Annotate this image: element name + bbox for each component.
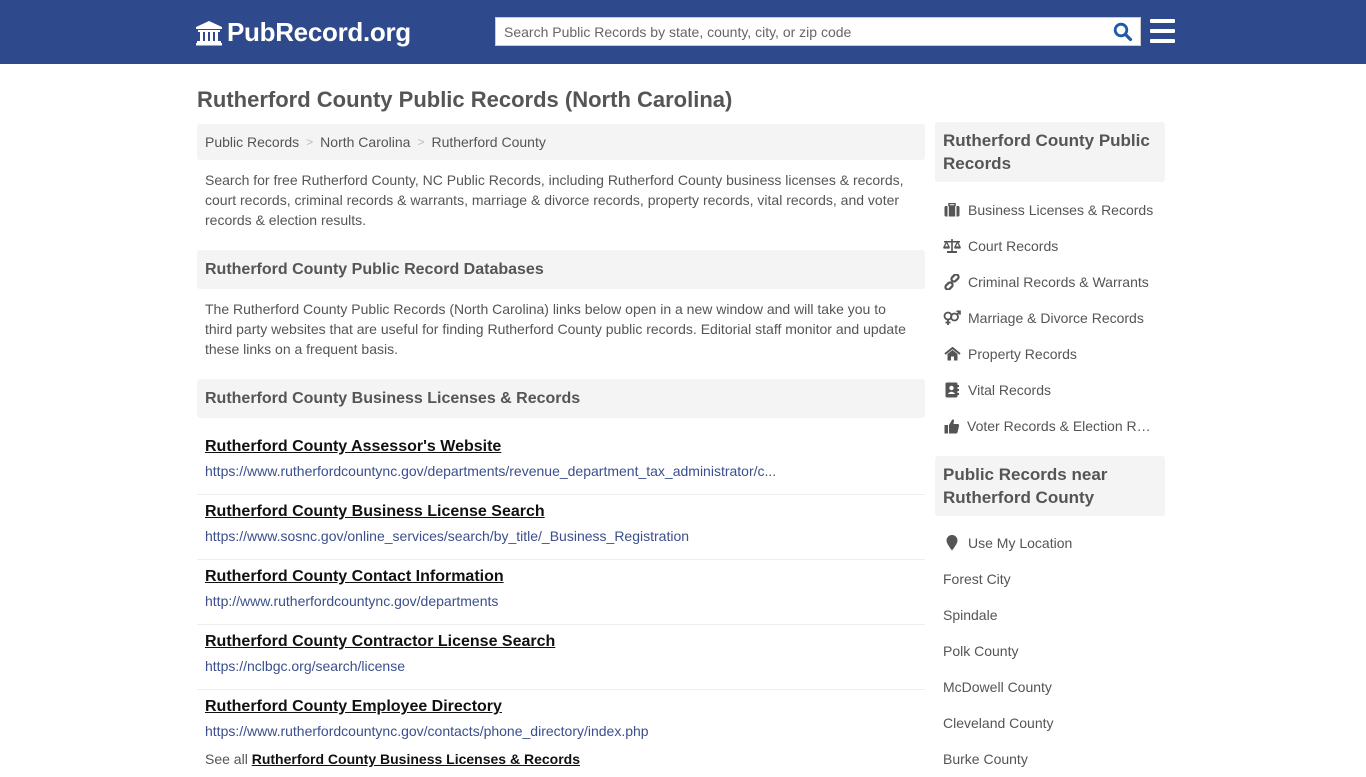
logo-text: PubRecord.org	[227, 17, 411, 47]
list-item: Rutherford County Business License Searc…	[197, 495, 925, 560]
sidebar-item-court[interactable]: Court Records	[935, 228, 1165, 264]
breadcrumb-separator: >	[306, 135, 314, 149]
breadcrumb-separator: >	[417, 135, 425, 149]
menu-bar-icon	[1150, 39, 1175, 43]
list-item: Rutherford County Employee Directory htt…	[197, 690, 925, 755]
see-all-prefix: See all	[205, 751, 248, 767]
sidebar-item-label: Voter Records & Election Results	[967, 418, 1157, 434]
address-book-icon	[943, 382, 961, 398]
sidebar-item-criminal[interactable]: Criminal Records & Warrants	[935, 264, 1165, 300]
databases-heading: Rutherford County Public Record Database…	[197, 250, 925, 289]
near-item-burke-county[interactable]: Burke County	[935, 741, 1165, 777]
menu-bar-icon	[1150, 19, 1175, 23]
sidebar-item-label: Criminal Records & Warrants	[968, 274, 1149, 290]
search-box	[495, 17, 1141, 46]
record-link-url: http://www.rutherfordcountync.gov/depart…	[205, 593, 499, 609]
sidebar-records-heading: Rutherford County Public Records	[935, 122, 1165, 182]
sidebar: Rutherford County Public Records Busines…	[935, 122, 1165, 777]
home-icon	[943, 346, 961, 362]
menu-bar-icon	[1150, 29, 1175, 33]
near-item-spindale[interactable]: Spindale	[935, 597, 1165, 633]
courthouse-icon	[196, 20, 222, 45]
sidebar-near-list: Use My Location Forest City Spindale Pol…	[935, 516, 1165, 777]
record-link-url: https://www.rutherfordcountync.gov/depar…	[205, 463, 777, 479]
sidebar-near-heading: Public Records near Rutherford County	[935, 456, 1165, 516]
business-heading: Rutherford County Business Licenses & Re…	[197, 379, 925, 418]
record-link-title[interactable]: Rutherford County Employee Directory	[205, 696, 917, 718]
near-item-mcdowell-county[interactable]: McDowell County	[935, 669, 1165, 705]
sidebar-item-voter[interactable]: Voter Records & Election Results	[935, 408, 1165, 444]
record-link-title[interactable]: Rutherford County Assessor's Website	[205, 436, 917, 458]
main-content: Public Records > North Carolina > Ruther…	[197, 124, 925, 769]
thumbs-up-icon	[943, 418, 960, 434]
site-logo[interactable]: PubRecord.org	[195, 17, 411, 48]
briefcase-icon	[943, 202, 961, 218]
search-input[interactable]	[496, 18, 1106, 45]
list-item: Rutherford County Assessor's Website htt…	[197, 430, 925, 495]
search-icon	[1113, 22, 1133, 41]
balance-scale-icon	[943, 238, 961, 254]
list-item: Rutherford County Contact Information ht…	[197, 560, 925, 625]
see-all-row: See all Rutherford County Business Licen…	[197, 749, 925, 769]
map-marker-icon	[943, 535, 961, 551]
business-link-list: Rutherford County Assessor's Website htt…	[197, 430, 925, 755]
record-link-url: https://www.sosnc.gov/online_services/se…	[205, 528, 690, 544]
sidebar-item-label: Marriage & Divorce Records	[968, 310, 1144, 326]
sidebar-item-business[interactable]: Business Licenses & Records	[935, 192, 1165, 228]
databases-text: The Rutherford County Public Records (No…	[205, 301, 906, 357]
near-item-cleveland-county[interactable]: Cleveland County	[935, 705, 1165, 741]
venus-mars-icon	[943, 310, 961, 326]
breadcrumb-north-carolina[interactable]: North Carolina	[320, 134, 410, 150]
record-link-url: https://www.rutherfordcountync.gov/conta…	[205, 723, 649, 739]
sidebar-records-list: Business Licenses & Records Court Record…	[935, 182, 1165, 452]
record-link-title[interactable]: Rutherford County Contractor License Sea…	[205, 631, 917, 653]
page-title: Rutherford County Public Records (North …	[197, 87, 733, 112]
record-link-title[interactable]: Rutherford County Business License Searc…	[205, 501, 917, 523]
sidebar-item-vital[interactable]: Vital Records	[935, 372, 1165, 408]
link-icon	[943, 274, 961, 290]
record-link-url: https://nclbgc.org/search/license	[205, 658, 405, 674]
breadcrumb-rutherford-county[interactable]: Rutherford County	[431, 134, 545, 150]
intro-text: Search for free Rutherford County, NC Pu…	[205, 172, 904, 228]
site-header: PubRecord.org	[0, 0, 1366, 64]
sidebar-item-label: Property Records	[968, 346, 1077, 362]
sidebar-item-label: Court Records	[968, 238, 1059, 254]
search-button[interactable]	[1106, 18, 1140, 45]
record-link-title[interactable]: Rutherford County Contact Information	[205, 566, 917, 588]
near-item-polk-county[interactable]: Polk County	[935, 633, 1165, 669]
sidebar-item-label: Business Licenses & Records	[968, 202, 1154, 218]
sidebar-item-marriage[interactable]: Marriage & Divorce Records	[935, 300, 1165, 336]
breadcrumb: Public Records > North Carolina > Ruther…	[197, 124, 925, 160]
near-item-forest-city[interactable]: Forest City	[935, 561, 1165, 597]
list-item: Rutherford County Contractor License Sea…	[197, 625, 925, 690]
sidebar-item-property[interactable]: Property Records	[935, 336, 1165, 372]
see-all-link[interactable]: Rutherford County Business Licenses & Re…	[252, 751, 580, 767]
use-my-location-link[interactable]: Use My Location	[935, 525, 1165, 561]
use-my-location-label: Use My Location	[968, 535, 1073, 551]
sidebar-item-label: Vital Records	[968, 382, 1052, 398]
breadcrumb-public-records[interactable]: Public Records	[205, 134, 299, 150]
hamburger-menu-button[interactable]	[1150, 19, 1175, 43]
